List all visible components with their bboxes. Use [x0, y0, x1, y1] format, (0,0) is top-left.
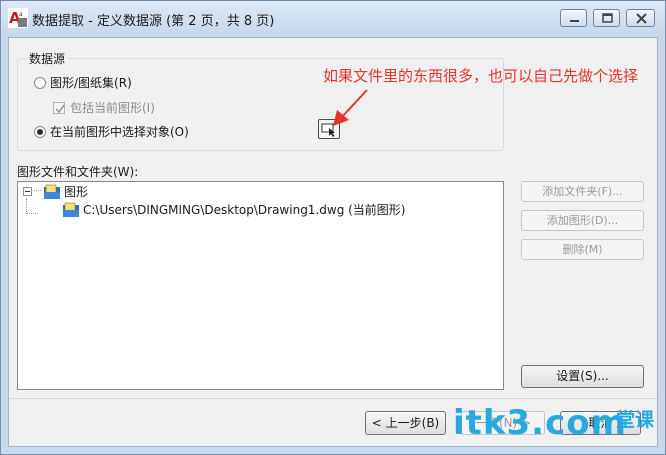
tree-node-drawings[interactable]: 图形 [23, 183, 88, 200]
tree-connector [26, 213, 38, 214]
autocad-app-icon: A a [8, 8, 28, 28]
files-list-label: 图形文件和文件夹(W): [17, 165, 139, 179]
tree-connector [26, 198, 27, 214]
window-title: 数据提取 - 定义数据源 (第 2 页，共 8 页) [32, 14, 275, 29]
separator [9, 398, 657, 399]
radio-drawings-sheetset[interactable]: 图形/图纸集(R) [34, 74, 132, 91]
annotation-text: 如果文件里的东西很多，也可以自己先做个选择 [323, 67, 639, 85]
dialog-window: A a 数据提取 - 定义数据源 (第 2 页，共 8 页) 数据源 图形/图纸… [0, 0, 666, 455]
dwg-file-icon [63, 202, 79, 217]
tree-node-drawings-label: 图形 [64, 185, 89, 199]
radio-drawings-label: 图形/图纸集(R) [50, 76, 132, 90]
radio-select-objects-label: 在当前图形中选择对象(O) [50, 125, 189, 139]
settings-button[interactable]: 设置(S)... [521, 365, 644, 388]
radio-button[interactable] [34, 76, 46, 89]
radio-select-objects[interactable]: 在当前图形中选择对象(O) [34, 123, 189, 140]
watermark-sub: 一堂课 [597, 409, 655, 431]
remove-button[interactable]: 删除(M) [521, 239, 644, 260]
maximize-button[interactable] [593, 9, 620, 27]
datasource-group-title: 数据源 [26, 50, 69, 67]
checkbox-include-current[interactable]: 包括当前图形(I) [53, 99, 155, 116]
dialog-content: 数据源 图形/图纸集(R) 包括当前图形(I) 在当前图形中选择对象(O) 如果… [8, 37, 658, 447]
add-drawing-button[interactable]: 添加图形(D)... [521, 210, 644, 231]
minimize-button[interactable] [560, 9, 587, 27]
radio-button-selected[interactable] [34, 125, 46, 138]
drawing-folder-icon [44, 184, 60, 199]
tree-node-drawing-file-label: C:\Users\DINGMING\Desktop\Drawing1.dwg (… [83, 203, 406, 217]
add-folder-button[interactable]: 添加文件夹(F)... [521, 181, 644, 202]
title-bar[interactable]: A a 数据提取 - 定义数据源 (第 2 页，共 8 页) [1, 1, 665, 37]
svg-text:a: a [19, 11, 23, 18]
close-button[interactable] [626, 9, 655, 27]
back-button[interactable]: < 上一步(B) [365, 411, 446, 435]
collapse-icon[interactable] [23, 187, 32, 196]
checkbox[interactable] [53, 101, 65, 114]
checkbox-include-current-label: 包括当前图形(I) [70, 101, 155, 115]
annotation-arrow-icon [333, 89, 368, 126]
tree-node-drawing-file[interactable]: C:\Users\DINGMING\Desktop\Drawing1.dwg (… [62, 201, 405, 218]
